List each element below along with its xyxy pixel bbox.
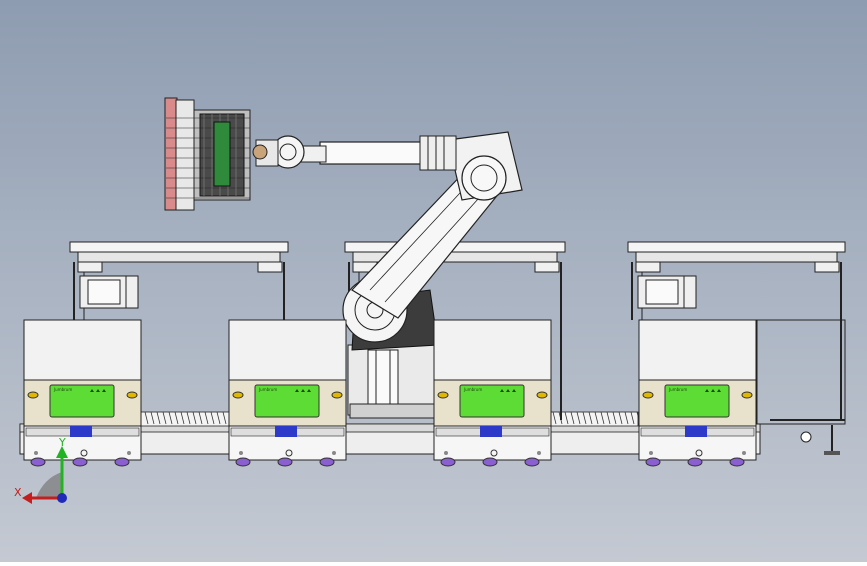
station-2: Jumbrum [228, 319, 347, 467]
assembly-drawing: Jumbrum Jumbrum Jumbrum Jumbrum X Y [14, 97, 846, 504]
indicator-light [536, 391, 548, 399]
indicator-light [437, 391, 449, 399]
y-axis-label: Y [58, 436, 66, 449]
indicator-light [232, 391, 244, 399]
hmi-screen-label: Jumbrum [53, 387, 72, 392]
wheel-icon [72, 457, 88, 467]
wheel-icon [687, 457, 703, 467]
hmi-screen-label: Jumbrum [668, 387, 687, 392]
station-4: Jumbrum [638, 319, 757, 467]
wheel-icon [524, 457, 540, 467]
wheel-icon [440, 457, 456, 467]
wheel-icon [114, 457, 130, 467]
cad-viewport[interactable]: Jumbrum Jumbrum Jumbrum Jumbrum X Y [0, 0, 867, 562]
station-cabinet [433, 319, 552, 381]
wheel-icon [235, 457, 251, 467]
gripper-tool [164, 97, 251, 211]
station-cabinet [638, 319, 757, 381]
indicator-light [27, 391, 39, 399]
indicator-light [331, 391, 343, 399]
station-cabinet [228, 319, 347, 381]
blue-label [480, 426, 502, 437]
blue-label [275, 426, 297, 437]
indicator-light [126, 391, 138, 399]
wheel-icon [645, 457, 661, 467]
station-1: Jumbrum [23, 319, 142, 467]
wheel-icon [482, 457, 498, 467]
indicator-light [642, 391, 654, 399]
station-cabinet [23, 319, 142, 381]
station-3: Jumbrum [433, 319, 552, 467]
blue-label [70, 426, 92, 437]
wheel-icon [30, 457, 46, 467]
hmi-screen-label: Jumbrum [463, 387, 482, 392]
hmi-screen-label: Jumbrum [258, 387, 277, 392]
x-arrow-icon [22, 492, 32, 504]
blue-label [685, 426, 707, 437]
wheel-icon [319, 457, 335, 467]
indicator-light [741, 391, 753, 399]
wheel-icon [729, 457, 745, 467]
x-axis-label: X [14, 486, 22, 499]
wheel-icon [277, 457, 293, 467]
